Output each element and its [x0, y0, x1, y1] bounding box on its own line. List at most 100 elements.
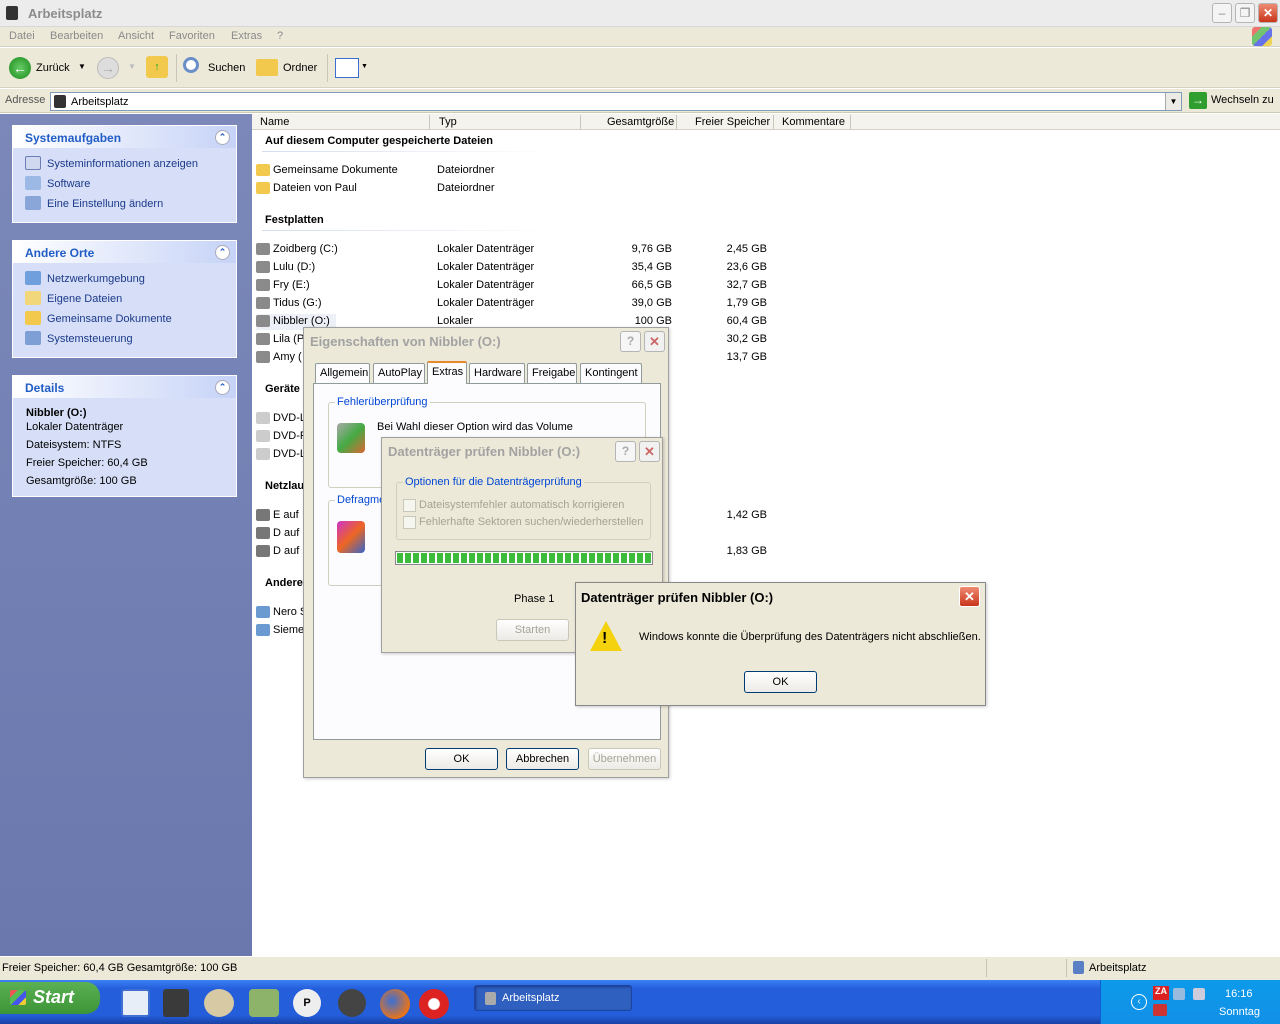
folder-icon	[25, 311, 41, 325]
quicklaunch-show-desktop-icon[interactable]	[121, 989, 150, 1017]
column-name[interactable]: Name	[260, 116, 289, 128]
menu-favoriten[interactable]: Favoriten	[169, 30, 215, 42]
tray-app-icon[interactable]	[1153, 1004, 1167, 1016]
tab-allgemein[interactable]: Allgemein	[315, 363, 370, 383]
check-disk-close-button[interactable]: ✕	[639, 441, 660, 462]
properties-cancel-button[interactable]: Abbrechen	[506, 748, 579, 770]
address-dropdown-button[interactable]: ▼	[1165, 93, 1181, 110]
disk-row[interactable]: Lulu (D:) Lokaler Datenträger 35,4 GB 23,6 …	[256, 260, 776, 276]
nero-icon[interactable]	[419, 989, 449, 1019]
folder-row[interactable]: Dateien von Paul Dateiordner	[256, 181, 776, 197]
zonealarm-icon[interactable]: ZA	[1153, 986, 1169, 1000]
taskbar-button-arbeitsplatz[interactable]: Arbeitsplatz	[474, 985, 632, 1011]
alert-close-button[interactable]: ✕	[959, 586, 980, 607]
back-button-label[interactable]: Zurück	[36, 62, 70, 74]
properties-ok-button[interactable]: OK	[425, 748, 498, 770]
item-type: Lokaler Datenträger	[437, 261, 535, 273]
item-name: Fry (E:)	[273, 279, 310, 291]
details-free-space: Freier Speicher: 60,4 GB	[26, 457, 148, 469]
item-free-space: 13,7 GB	[726, 351, 767, 363]
sidebar-item-software[interactable]: Software	[25, 176, 90, 190]
search-icon[interactable]	[183, 57, 199, 73]
sidebar-item-control-panel[interactable]: Systemsteuerung	[25, 331, 133, 345]
menu-extras[interactable]: Extras	[231, 30, 262, 42]
tray-app-icon[interactable]	[1173, 988, 1185, 1000]
sidebar-item-sysinfo[interactable]: Systeminformationen anzeigen	[25, 156, 198, 170]
details-header[interactable]: Details ⌃	[13, 376, 236, 398]
views-icon[interactable]	[335, 58, 359, 78]
help-button[interactable]: ?	[620, 331, 641, 352]
tab-extras[interactable]: Extras	[427, 361, 467, 384]
menu-ansicht[interactable]: Ansicht	[118, 30, 154, 42]
collapse-icon[interactable]: ⌃	[215, 130, 230, 145]
menu-datei[interactable]: Datei	[9, 30, 35, 42]
maximize-button[interactable]: ❐	[1235, 3, 1255, 23]
column-free-space[interactable]: Freier Speicher	[695, 116, 770, 128]
check-progress-fill	[397, 553, 651, 563]
item-name: Nibbler (O:)	[273, 315, 330, 327]
folder-icon[interactable]	[256, 59, 278, 76]
tray-expand-icon[interactable]: ‹	[1131, 994, 1147, 1010]
quicklaunch-app-icon[interactable]	[338, 989, 366, 1017]
start-button[interactable]: Start	[0, 982, 100, 1014]
menu-help[interactable]: ?	[277, 30, 283, 42]
check-start-button[interactable]: Starten	[496, 619, 569, 641]
tray-network-icon[interactable]	[1193, 988, 1205, 1000]
properties-close-button[interactable]: ✕	[644, 331, 665, 352]
disk-row[interactable]: Zoidberg (C:) Lokaler Datenträger 9,76 GB 2…	[256, 242, 776, 258]
go-arrow-icon[interactable]: →	[1189, 92, 1207, 109]
item-name: Dateien von Paul	[273, 182, 357, 194]
quicklaunch-app-icon[interactable]	[163, 989, 189, 1017]
forward-dropdown-icon[interactable]: ▼	[128, 62, 136, 71]
up-folder-icon[interactable]: ↑	[146, 56, 168, 78]
other-places-header[interactable]: Andere Orte ⌃	[13, 241, 236, 263]
address-input[interactable]: Arbeitsplatz ▼	[50, 92, 1182, 111]
sidebar-item-shared-docs[interactable]: Gemeinsame Dokumente	[25, 311, 172, 325]
column-total-size[interactable]: Gesamtgröße	[607, 116, 674, 128]
disk-row[interactable]: Fry (E:) Lokaler Datenträger 66,5 GB 32,7 G…	[256, 278, 776, 294]
system-tasks-header[interactable]: Systemaufgaben ⌃	[13, 126, 236, 148]
alert-titlebar: Datenträger prüfen Nibbler (O:) ✕	[576, 583, 985, 611]
minimize-button[interactable]: –	[1212, 3, 1232, 23]
collapse-icon[interactable]: ⌃	[215, 245, 230, 260]
sidebar-item-label: Software	[47, 178, 91, 190]
search-button-label[interactable]: Suchen	[208, 62, 245, 74]
clock-time[interactable]: 16:16	[1225, 988, 1253, 1000]
folder-row[interactable]: Gemeinsame Dokumente Dateiordner	[256, 163, 776, 179]
quicklaunch-app-icon[interactable]	[204, 989, 234, 1017]
fix-errors-checkbox[interactable]	[403, 499, 416, 512]
sidebar-item-network[interactable]: Netzwerkumgebung	[25, 271, 145, 285]
sidebar-item-my-files[interactable]: Eigene Dateien	[25, 291, 122, 305]
go-button-label[interactable]: Wechseln zu	[1211, 94, 1274, 106]
close-button[interactable]: ✕	[1258, 3, 1278, 23]
quicklaunch-app-icon[interactable]: P	[293, 989, 321, 1017]
properties-apply-button[interactable]: Übernehmen	[588, 748, 661, 770]
error-check-legend: Fehlerüberprüfung	[335, 396, 430, 408]
quicklaunch-app-icon[interactable]	[249, 989, 279, 1017]
column-comments[interactable]: Kommentare	[782, 116, 845, 128]
collapse-icon[interactable]: ⌃	[215, 380, 230, 395]
help-button[interactable]: ?	[615, 441, 636, 462]
tab-hardware[interactable]: Hardware	[469, 363, 525, 383]
item-name: Gemeinsame Dokumente	[273, 164, 398, 176]
forward-arrow-icon[interactable]: →	[97, 57, 119, 79]
folders-button-label[interactable]: Ordner	[283, 62, 317, 74]
back-arrow-icon[interactable]: ←	[9, 57, 31, 79]
views-dropdown-icon[interactable]: ▼	[361, 63, 368, 70]
column-type[interactable]: Typ	[439, 116, 457, 128]
menu-bearbeiten[interactable]: Bearbeiten	[50, 30, 103, 42]
firefox-icon[interactable]	[380, 989, 410, 1019]
status-right: Arbeitsplatz	[1089, 962, 1147, 974]
tab-autoplay[interactable]: AutoPlay	[373, 363, 425, 383]
disk-row[interactable]: Tidus (G:) Lokaler Datenträger 39,0 GB 1,79…	[256, 296, 776, 312]
sidebar-item-label: Gemeinsame Dokumente	[47, 313, 172, 325]
tab-freigabe[interactable]: Freigabe	[527, 363, 577, 383]
windows-flag-icon	[10, 990, 26, 1005]
properties-title: Eigenschaften von Nibbler (O:)	[310, 334, 501, 349]
alert-ok-button[interactable]: OK	[744, 671, 817, 693]
bad-sectors-checkbox[interactable]	[403, 516, 416, 529]
tab-kontingent[interactable]: Kontingent	[580, 363, 642, 383]
back-dropdown-icon[interactable]: ▼	[78, 62, 86, 71]
sidebar-item-settings[interactable]: Eine Einstellung ändern	[25, 196, 163, 210]
group-stored-files: Auf diesem Computer gespeicherte Dateien	[265, 135, 494, 147]
